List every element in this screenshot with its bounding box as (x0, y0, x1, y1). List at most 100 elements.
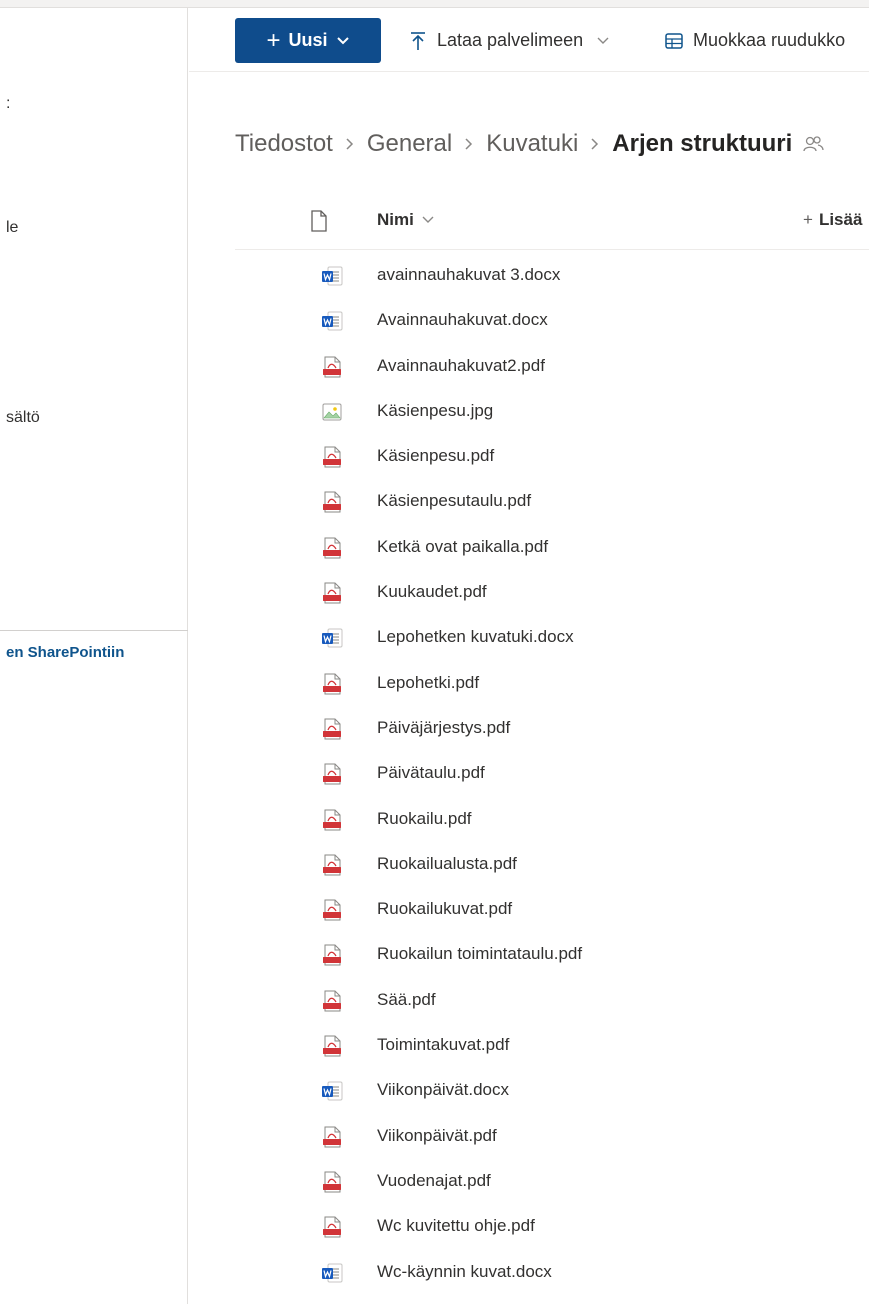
breadcrumb: Tiedostot General Kuvatuki Arjen struktu… (235, 124, 824, 164)
file-row[interactable]: Päiväjärjestys.pdf (235, 707, 869, 752)
file-name[interactable]: Ruokailun toimintataulu.pdf (377, 944, 582, 964)
top-band (0, 0, 869, 8)
file-name[interactable]: Ketkä ovat paikalla.pdf (377, 537, 548, 557)
word-icon (320, 264, 344, 288)
pdf-icon (320, 808, 344, 832)
word-icon (320, 309, 344, 333)
word-icon (320, 626, 344, 650)
file-name[interactable]: Lepohetken kuvatuki.docx (377, 627, 574, 647)
pdf-icon (320, 762, 344, 786)
file-row[interactable]: Avainnauhakuvat.docx (235, 299, 869, 344)
file-name[interactable]: Wc-käynnin kuvat.docx (377, 1262, 552, 1282)
upload-button[interactable]: Lataa palvelimeen (409, 18, 609, 63)
pdf-icon (320, 1034, 344, 1058)
file-name[interactable]: Vuodenajat.pdf (377, 1171, 491, 1191)
file-name[interactable]: Sää.pdf (377, 990, 436, 1010)
file-list: avainnauhakuvat 3.docx Avainnauhakuvat.do… (235, 254, 869, 1296)
file-row[interactable]: Ketkä ovat paikalla.pdf (235, 526, 869, 571)
file-name[interactable]: Päivätaulu.pdf (377, 763, 485, 783)
file-row[interactable]: Lepohetken kuvatuki.docx (235, 616, 869, 661)
file-row[interactable]: Viikonpäivät.pdf (235, 1115, 869, 1160)
pdf-icon (320, 1170, 344, 1194)
word-icon (320, 1261, 344, 1285)
file-name[interactable]: Ruokailukuvat.pdf (377, 899, 512, 919)
breadcrumb-item-general[interactable]: General (367, 130, 452, 158)
file-name[interactable]: Käsienpesu.jpg (377, 401, 493, 421)
file-name[interactable]: Wc kuvitettu ohje.pdf (377, 1216, 535, 1236)
file-type-icon (311, 210, 327, 232)
file-name[interactable]: avainnauhakuvat 3.docx (377, 265, 560, 285)
file-row[interactable]: Wc-käynnin kuvat.docx (235, 1251, 869, 1296)
people-icon[interactable] (802, 135, 824, 153)
grid-icon (665, 32, 683, 49)
chevron-right-icon (591, 138, 599, 150)
file-row[interactable]: Wc kuvitettu ohje.pdf (235, 1205, 869, 1250)
sharepoint-link[interactable]: en SharePointiin (0, 644, 124, 661)
file-row[interactable]: Kuukaudet.pdf (235, 571, 869, 616)
file-row[interactable]: Ruokailukuvat.pdf (235, 888, 869, 933)
file-row[interactable]: Avainnauhakuvat2.pdf (235, 345, 869, 390)
nav-divider (0, 630, 188, 631)
file-name[interactable]: Avainnauhakuvat2.pdf (377, 356, 545, 376)
pdf-icon (320, 853, 344, 877)
sharepoint-document-library: : le sältö en SharePointiin + Uusi Lataa… (0, 0, 869, 1304)
pdf-icon (320, 1125, 344, 1149)
file-row[interactable]: Sää.pdf (235, 979, 869, 1024)
file-row[interactable]: Päivätaulu.pdf (235, 752, 869, 797)
edit-grid-label: Muokkaa ruudukko (693, 30, 846, 50)
file-name[interactable]: Viikonpäivät.pdf (377, 1126, 497, 1146)
chevron-down-icon (336, 36, 349, 44)
file-name[interactable]: Toimintakuvat.pdf (377, 1035, 509, 1055)
file-name[interactable]: Päiväjärjestys.pdf (377, 718, 510, 738)
chevron-right-icon (346, 138, 353, 150)
pdf-icon (320, 445, 344, 469)
upload-icon (411, 31, 425, 50)
new-button-label: Uusi (288, 30, 328, 50)
pdf-icon (320, 989, 344, 1013)
pdf-icon (320, 581, 344, 605)
column-header-name-label: Nimi (377, 210, 414, 229)
image-icon (320, 400, 344, 424)
file-row[interactable]: Vuodenajat.pdf (235, 1160, 869, 1205)
pdf-icon (320, 536, 344, 560)
pdf-icon (320, 943, 344, 967)
file-row[interactable]: Ruokailun toimintataulu.pdf (235, 933, 869, 978)
file-row[interactable]: Ruokailualusta.pdf (235, 843, 869, 888)
file-row[interactable]: avainnauhakuvat 3.docx (235, 254, 869, 299)
file-name[interactable]: Ruokailualusta.pdf (377, 854, 517, 874)
nav-item-2[interactable]: le (0, 216, 188, 240)
file-name[interactable]: Käsienpesutaulu.pdf (377, 491, 531, 511)
file-name[interactable]: Käsienpesu.pdf (377, 446, 494, 466)
nav-item-1[interactable]: : (0, 92, 188, 116)
file-row[interactable]: Viikonpäivät.docx (235, 1069, 869, 1114)
file-row[interactable]: Lepohetki.pdf (235, 662, 869, 707)
pdf-icon (320, 898, 344, 922)
file-name[interactable]: Ruokailu.pdf (377, 809, 472, 829)
breadcrumb-current: Arjen struktuuri (612, 130, 793, 157)
file-name[interactable]: Avainnauhakuvat.docx (377, 310, 548, 330)
file-row[interactable]: Ruokailu.pdf (235, 798, 869, 843)
pdf-icon (320, 490, 344, 514)
chevron-down-icon (422, 216, 434, 223)
nav-item-3[interactable]: sältö (0, 406, 188, 430)
pdf-icon (320, 672, 344, 696)
chevron-down-icon (597, 37, 609, 44)
add-column-button[interactable]: + Lisää (803, 210, 862, 230)
list-header: Nimi + Lisää (235, 198, 869, 250)
pdf-icon (320, 355, 344, 379)
new-button[interactable]: + Uusi (235, 18, 381, 63)
file-row[interactable]: Toimintakuvat.pdf (235, 1024, 869, 1069)
file-row[interactable]: Käsienpesutaulu.pdf (235, 480, 869, 525)
plus-icon: + (803, 210, 813, 229)
file-row[interactable]: Käsienpesu.jpg (235, 390, 869, 435)
file-name[interactable]: Lepohetki.pdf (377, 673, 479, 693)
left-navigation: : le sältö en SharePointiin (0, 8, 188, 1304)
file-row[interactable]: Käsienpesu.pdf (235, 435, 869, 480)
file-name[interactable]: Viikonpäivät.docx (377, 1080, 509, 1100)
breadcrumb-item-files[interactable]: Tiedostot (235, 130, 333, 158)
breadcrumb-item-kuvatuki[interactable]: Kuvatuki (486, 130, 578, 158)
edit-grid-button[interactable]: Muokkaa ruudukko (665, 18, 845, 63)
file-name[interactable]: Kuukaudet.pdf (377, 582, 487, 602)
word-icon (320, 1079, 344, 1103)
column-header-name[interactable]: Nimi (377, 210, 434, 230)
